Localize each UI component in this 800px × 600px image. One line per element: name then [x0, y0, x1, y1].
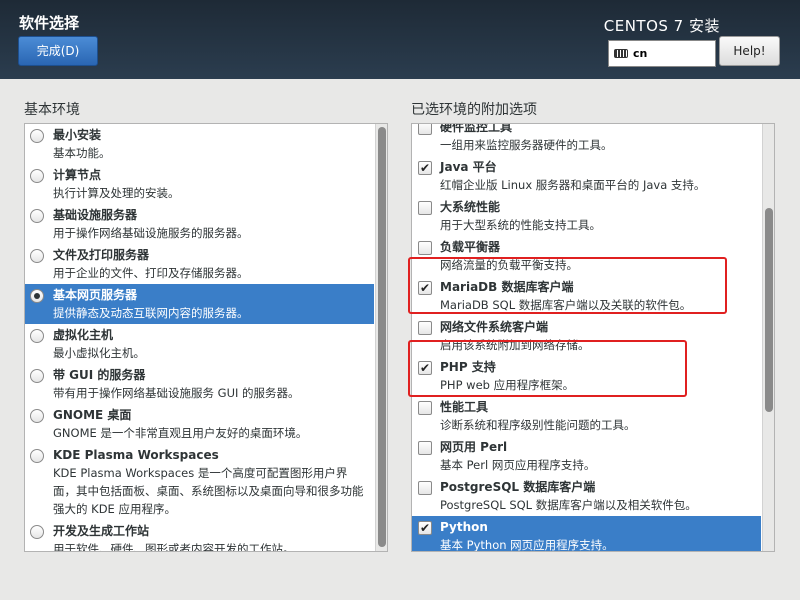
- option-title: 网页用 Perl: [440, 440, 508, 454]
- addons-heading: 已选环境的附加选项: [411, 102, 537, 118]
- addon-scroll-thumb[interactable]: [765, 208, 773, 412]
- radio-button[interactable]: [30, 369, 44, 383]
- help-button[interactable]: Help!: [719, 36, 780, 66]
- option-description: 用于企业的文件、打印及存储服务器。: [53, 266, 249, 280]
- option-title: 文件及打印服务器: [53, 248, 150, 262]
- option-title: 硬件监控工具: [440, 123, 513, 134]
- option-description: 用于软件、硬件、图形或者内容开发的工作站。: [53, 542, 295, 552]
- option-title: KDE Plasma Workspaces: [53, 448, 219, 462]
- checkbox[interactable]: [418, 401, 432, 415]
- spoke-title: 软件选择: [19, 14, 80, 32]
- checkbox[interactable]: [418, 481, 432, 495]
- keyboard-layout-indicator[interactable]: cn: [608, 40, 716, 67]
- radio-button[interactable]: [30, 209, 44, 223]
- base-env-option[interactable]: GNOME 桌面 GNOME 是一个非常直观且用户友好的桌面环境。: [25, 404, 374, 444]
- addon-option[interactable]: ✔ Python 基本 Python 网页应用程序支持。: [412, 516, 761, 552]
- option-description: 最小虚拟化主机。: [53, 346, 145, 360]
- option-description: 基本 Python 网页应用程序支持。: [440, 538, 614, 552]
- base-env-option[interactable]: 基础设施服务器用于操作网络基础设施服务的服务器。: [25, 204, 374, 244]
- checkbox[interactable]: [418, 201, 432, 215]
- option-description: 用于操作网络基础设施服务的服务器。: [53, 226, 249, 240]
- header-bar: 软件选择 完成(D) CENTOS 7 安装 cn Help!: [0, 0, 800, 79]
- option-title: 网络文件系统客户端: [440, 320, 549, 334]
- option-title: 开发及生成工作站: [53, 524, 150, 538]
- option-title: 最小安装: [53, 128, 102, 142]
- base-env-option[interactable]: 开发及生成工作站用于软件、硬件、图形或者内容开发的工作站。: [25, 520, 374, 552]
- option-title: Python: [440, 520, 488, 534]
- base-env-items: 最小安装基本功能。计算节点执行计算及处理的安装。 基础设施服务器用于操作网络基础设…: [25, 124, 374, 552]
- addon-list[interactable]: 硬件监控工具一组用来监控服务器硬件的工具。 ✔ Java 平台红帽企业版 Linux…: [411, 123, 775, 552]
- option-description: 提供静态及动态互联网内容的服务器。: [53, 306, 249, 320]
- base-env-option[interactable]: 文件及打印服务器用于企业的文件、打印及存储服务器。: [25, 244, 374, 284]
- base-env-option[interactable]: 最小安装 基本功能。: [25, 124, 374, 164]
- highlight-php: [408, 340, 687, 397]
- checkbox[interactable]: [418, 241, 432, 255]
- option-description: PostgreSQL SQL 数据库客户端以及相关软件包。: [440, 498, 697, 512]
- addon-option[interactable]: 硬件监控工具一组用来监控服务器硬件的工具。: [412, 123, 761, 156]
- addon-items: 硬件监控工具一组用来监控服务器硬件的工具。 ✔ Java 平台红帽企业版 Linux…: [412, 123, 761, 552]
- option-title: 基础设施服务器: [53, 208, 138, 222]
- option-title: PostgreSQL 数据库客户端: [440, 480, 596, 494]
- option-description: 执行计算及处理的安装。: [53, 186, 180, 200]
- base-env-option[interactable]: KDE Plasma Workspaces KDE Plasma Workspac…: [25, 444, 374, 520]
- option-title: 负载平衡器: [440, 240, 501, 254]
- checkbox[interactable]: ✔: [418, 521, 432, 535]
- base-env-option[interactable]: 计算节点执行计算及处理的安装。: [25, 164, 374, 204]
- checkbox[interactable]: ✔: [418, 161, 432, 175]
- base-env-list[interactable]: 最小安装基本功能。计算节点执行计算及处理的安装。 基础设施服务器用于操作网络基础设…: [24, 123, 388, 552]
- base-env-heading: 基本环境: [24, 102, 80, 118]
- keyboard-icon: [614, 49, 628, 58]
- product-title: CENTOS 7 安装: [603, 17, 720, 35]
- option-title: 虚拟化主机: [53, 328, 114, 342]
- base-env-scrollbar[interactable]: [375, 124, 387, 551]
- addon-option[interactable]: PostgreSQL 数据库客户端 PostgreSQL SQL 数据库客户端以及…: [412, 476, 761, 516]
- option-title: 带 GUI 的服务器: [53, 368, 146, 382]
- addon-option[interactable]: 网页用 Perl 基本 Perl 网页应用程序支持。: [412, 436, 761, 476]
- radio-button[interactable]: [30, 129, 44, 143]
- option-title: 基本网页服务器: [53, 288, 138, 302]
- option-title: 计算节点: [53, 168, 102, 182]
- radio-button[interactable]: [30, 249, 44, 263]
- addon-scrollbar[interactable]: [762, 124, 774, 551]
- addon-option[interactable]: ✔ Java 平台红帽企业版 Linux 服务器和桌面平台的 Java 支持。: [412, 156, 761, 196]
- addon-option[interactable]: 性能工具诊断系统和程序级别性能问题的工具。: [412, 396, 761, 436]
- option-description: 诊断系统和程序级别性能问题的工具。: [440, 418, 636, 432]
- checkbox[interactable]: [418, 321, 432, 335]
- checkbox[interactable]: [418, 441, 432, 455]
- radio-button[interactable]: [30, 169, 44, 183]
- base-env-option[interactable]: 带 GUI 的服务器带有用于操作网络基础设施服务 GUI 的服务器。: [25, 364, 374, 404]
- option-title: Java 平台: [440, 160, 497, 174]
- option-title: 大系统性能: [440, 200, 501, 214]
- radio-button[interactable]: [30, 409, 44, 423]
- option-title: GNOME 桌面: [53, 408, 132, 422]
- radio-button[interactable]: [30, 329, 44, 343]
- radio-button[interactable]: [30, 449, 44, 463]
- option-description: 带有用于操作网络基础设施服务 GUI 的服务器。: [53, 386, 300, 400]
- option-description: 基本功能。: [53, 146, 111, 160]
- option-description: 红帽企业版 Linux 服务器和桌面平台的 Java 支持。: [440, 178, 706, 192]
- option-description: KDE Plasma Workspaces 是一个高度可配置图形用户界面，其中包…: [53, 466, 364, 516]
- radio-button[interactable]: [30, 525, 44, 539]
- option-description: 用于大型系统的性能支持工具。: [440, 218, 601, 232]
- base-env-option[interactable]: 基本网页服务器提供静态及动态互联网内容的服务器。: [25, 284, 374, 324]
- highlight-mariadb: [408, 257, 727, 314]
- addon-option[interactable]: 大系统性能用于大型系统的性能支持工具。: [412, 196, 761, 236]
- checkbox[interactable]: [418, 124, 432, 135]
- base-env-option[interactable]: 虚拟化主机最小虚拟化主机。: [25, 324, 374, 364]
- keyboard-layout-label: cn: [633, 47, 648, 60]
- base-env-scroll-thumb[interactable]: [378, 127, 386, 547]
- done-button[interactable]: 完成(D): [18, 36, 98, 66]
- option-description: GNOME 是一个非常直观且用户友好的桌面环境。: [53, 426, 308, 440]
- option-description: 基本 Perl 网页应用程序支持。: [440, 458, 596, 472]
- option-title: 性能工具: [440, 400, 489, 414]
- option-description: 一组用来监控服务器硬件的工具。: [440, 138, 613, 152]
- radio-button[interactable]: [30, 289, 44, 303]
